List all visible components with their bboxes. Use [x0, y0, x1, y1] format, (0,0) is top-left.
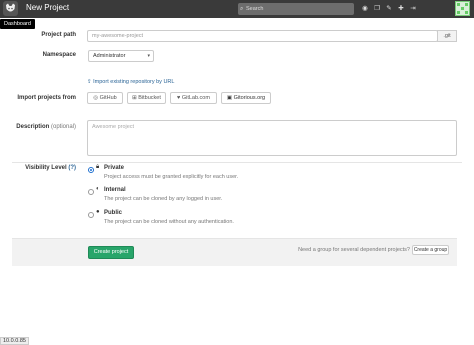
plus-icon[interactable]: ✚	[398, 4, 404, 14]
globe-icon[interactable]: ◉	[362, 4, 368, 14]
visibility-private-title: Private	[104, 165, 125, 171]
visibility-internal-radio[interactable]	[88, 189, 94, 195]
project-path-label: Project path	[41, 32, 76, 38]
form-actions: Create project Need a group for several …	[12, 238, 457, 266]
dashboard-tooltip: Dashboard	[0, 19, 35, 29]
visibility-public-radio[interactable]	[88, 212, 94, 218]
namespace-value: Administrator	[93, 53, 126, 59]
globe-icon: ●	[96, 209, 100, 215]
create-group-button[interactable]: Create a group	[412, 245, 449, 255]
import-bitbucket-button[interactable]: ⊞ Bitbucket	[127, 92, 166, 104]
github-label: GitHub	[99, 95, 117, 101]
visibility-help-link[interactable]: (?)	[68, 165, 76, 171]
page-title: New Project	[26, 3, 70, 12]
description-label-text: Description	[16, 124, 50, 130]
import-gitorious-button[interactable]: ▣ Gitorious.org	[221, 92, 271, 104]
avatar[interactable]	[455, 1, 470, 16]
import-by-url-link[interactable]: ⇪ Import existing repository by URL	[87, 79, 174, 85]
import-github-button[interactable]: ◎ GitHub	[87, 92, 123, 104]
visibility-public-title: Public	[104, 210, 123, 216]
visibility-label-text: Visibility Level	[25, 165, 67, 171]
status-bar: 10.0.0.85	[0, 337, 29, 345]
search-input[interactable]: ⌕ Search	[238, 3, 354, 15]
project-path-input[interactable]: my-awesome-project	[87, 30, 438, 42]
import-by-url-label: Import existing repository by URL	[93, 79, 175, 85]
upload-icon: ⇪	[87, 79, 92, 85]
search-placeholder: Search	[246, 6, 264, 12]
gitorious-label: Gitorious.org	[233, 95, 266, 101]
import-gitlab-button[interactable]: ♥ GitLab.com	[170, 92, 217, 104]
namespace-select[interactable]: Administrator ▾	[88, 50, 154, 62]
visibility-internal-desc: The project can be cloned by any logged …	[104, 196, 223, 202]
top-navbar: New Project ⌕ Search ◉ ❐ ✎ ✚ ⇥	[0, 0, 474, 18]
shield-icon: ◐	[96, 186, 100, 192]
gitorious-icon: ▣	[226, 95, 233, 101]
description-label: Description (optional)	[10, 124, 76, 130]
gitlab-icon: ♥	[177, 95, 181, 101]
gitlab-label: GitLab.com	[181, 95, 210, 101]
git-suffix-addon: .git	[437, 30, 457, 42]
chevron-down-icon: ▾	[147, 53, 150, 59]
copy-icon[interactable]: ❐	[374, 4, 380, 14]
description-textarea[interactable]	[87, 120, 457, 156]
logo-icon[interactable]	[3, 1, 18, 16]
visibility-internal-title: Internal	[104, 187, 126, 193]
visibility-public-desc: The project can be cloned without any au…	[104, 219, 234, 225]
group-hint: Need a group for several dependent proje…	[298, 247, 410, 253]
logout-icon[interactable]: ⇥	[410, 4, 416, 14]
divider	[12, 162, 462, 163]
description-optional: (optional)	[50, 124, 76, 130]
bitbucket-icon: ⊞	[132, 95, 137, 101]
visibility-private-desc: Project access must be granted explicitl…	[104, 174, 239, 180]
create-project-button[interactable]: Create project	[88, 246, 134, 259]
namespace-label: Namespace	[42, 52, 76, 58]
visibility-private-radio[interactable]	[88, 167, 94, 173]
lock-icon: 🔒︎	[96, 164, 100, 170]
bitbucket-label: Bitbucket	[138, 95, 161, 101]
search-icon: ⌕	[240, 6, 244, 12]
wrench-icon[interactable]: ✎	[386, 4, 392, 14]
visibility-label: Visibility Level (?)	[10, 165, 76, 171]
import-projects-label: Import projects from	[17, 95, 76, 101]
top-icon-group: ◉ ❐ ✎ ✚ ⇥	[362, 4, 416, 14]
github-icon: ◎	[93, 95, 99, 101]
